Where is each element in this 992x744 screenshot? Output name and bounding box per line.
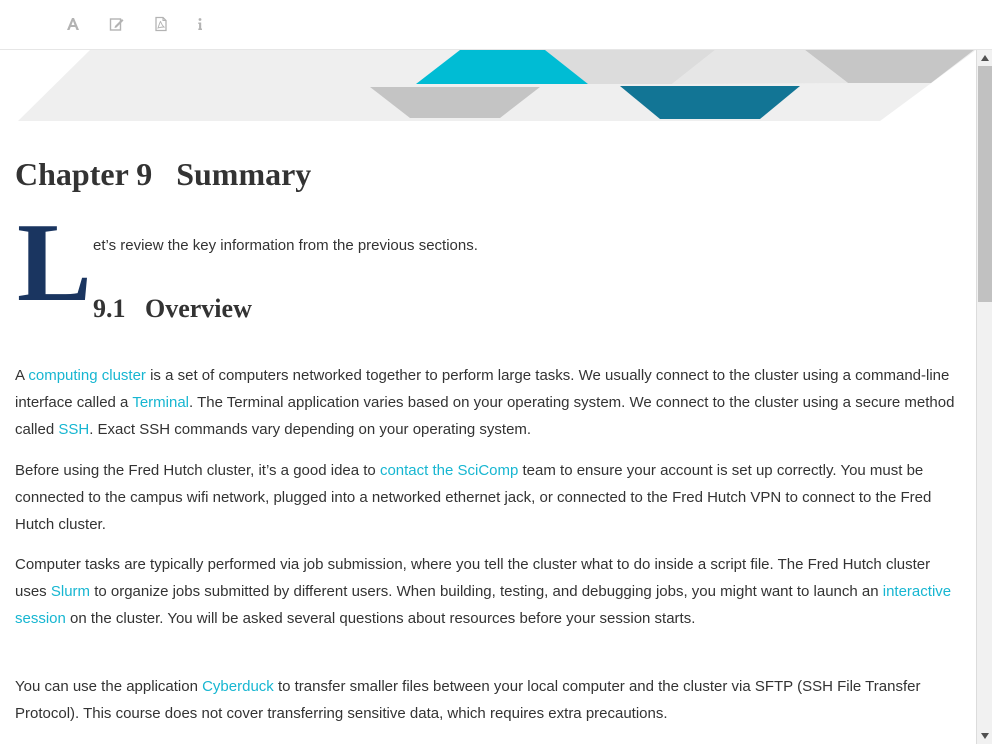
paragraph-cluster-overview: A computing cluster is a set of computer… bbox=[15, 367, 955, 438]
paragraph-file-transfer: You can use the application Cyberduck to… bbox=[15, 678, 921, 722]
edit-button[interactable] bbox=[105, 12, 129, 36]
scroll-down-arrow-icon[interactable] bbox=[977, 728, 992, 744]
drop-cap-letter: L bbox=[17, 201, 92, 325]
vertical-scrollbar[interactable] bbox=[976, 50, 992, 744]
cyberduck-link[interactable]: Cyberduck bbox=[202, 678, 274, 695]
chapter-title: Chapter 9 Summary bbox=[15, 156, 312, 192]
intro-sentence: et’s review the key information from the… bbox=[93, 237, 478, 254]
contact-scicomp-link[interactable]: contact the SciComp bbox=[380, 462, 518, 479]
paragraph-account-setup: Before using the Fred Hutch cluster, it’… bbox=[15, 462, 932, 533]
paragraph-job-submission: Computer tasks are typically performed v… bbox=[15, 556, 952, 627]
chapter-banner-image bbox=[18, 50, 976, 121]
book-toolbar bbox=[0, 0, 992, 50]
edit-icon bbox=[109, 18, 124, 31]
info-icon bbox=[198, 18, 202, 30]
scrollbar-thumb[interactable] bbox=[978, 66, 992, 302]
font-settings-button[interactable] bbox=[61, 12, 85, 36]
computing-cluster-link[interactable]: computing cluster bbox=[28, 367, 146, 384]
book-content: Chapter 9 Summary L et’s review the key … bbox=[0, 50, 976, 744]
section-heading: 9.1 Overview bbox=[93, 294, 252, 323]
slurm-link[interactable]: Slurm bbox=[51, 583, 90, 600]
scroll-up-arrow-icon[interactable] bbox=[977, 50, 992, 66]
font-icon bbox=[67, 18, 79, 30]
info-button[interactable] bbox=[188, 12, 212, 36]
pdf-icon bbox=[155, 16, 167, 32]
terminal-link[interactable]: Terminal bbox=[132, 394, 189, 411]
pdf-download-button[interactable] bbox=[149, 12, 173, 36]
ssh-link[interactable]: SSH bbox=[58, 421, 89, 438]
